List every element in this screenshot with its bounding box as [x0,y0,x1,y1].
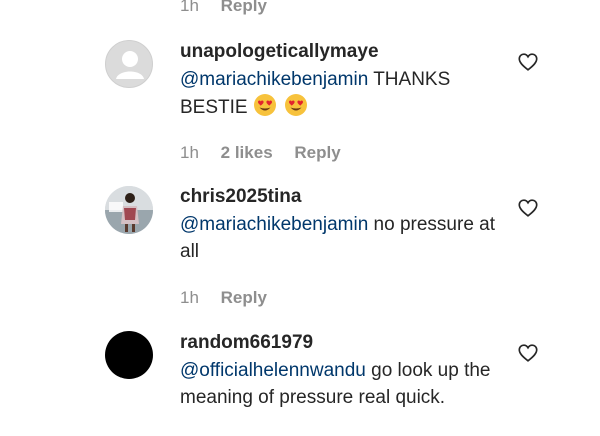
reply-button[interactable]: Reply [221,0,267,16]
mention-link[interactable]: @mariachikebenjamin [180,214,368,235]
reply-button[interactable]: Reply [294,143,340,163]
comment-time: 1h [180,143,199,162]
avatar[interactable] [105,331,153,379]
comment-username[interactable]: random661979 [180,332,313,354]
heart-icon[interactable] [517,51,539,73]
comment-text: @officialhelennwandu go look up the mean… [180,357,500,411]
mention-link[interactable]: @officialhelennwandu [180,360,366,381]
comment-time: 1h [180,288,199,307]
default-avatar-icon [116,51,144,79]
avatar[interactable] [105,40,153,88]
comments-thread: 1h Reply unapologeticallymaye @mariachik… [0,0,600,436]
likes-count[interactable]: 2 likes [221,143,273,163]
heart-icon[interactable] [517,197,539,219]
user-photo-icon [105,186,153,234]
comment-username[interactable]: unapologeticallymaye [180,41,379,63]
reply-button[interactable]: Reply [221,288,267,308]
heart-icon[interactable] [517,342,539,364]
avatar[interactable] [105,186,153,234]
mention-link[interactable]: @mariachikebenjamin [180,69,368,90]
comment-text: @mariachikebenjamin THANKS BESTIE [180,66,500,121]
comment-meta: 1h 2 likes Reply [180,143,358,163]
comment-username[interactable]: chris2025tina [180,186,301,208]
comment-meta: 1h Reply [180,288,284,308]
heart-eyes-emoji-icon [285,94,308,116]
heart-eyes-emoji-icon [253,94,276,116]
previous-comment-meta: 1h Reply [180,0,284,16]
comment-text: @mariachikebenjamin no pressure at all [180,211,500,265]
comment-time: 1h [180,0,199,15]
